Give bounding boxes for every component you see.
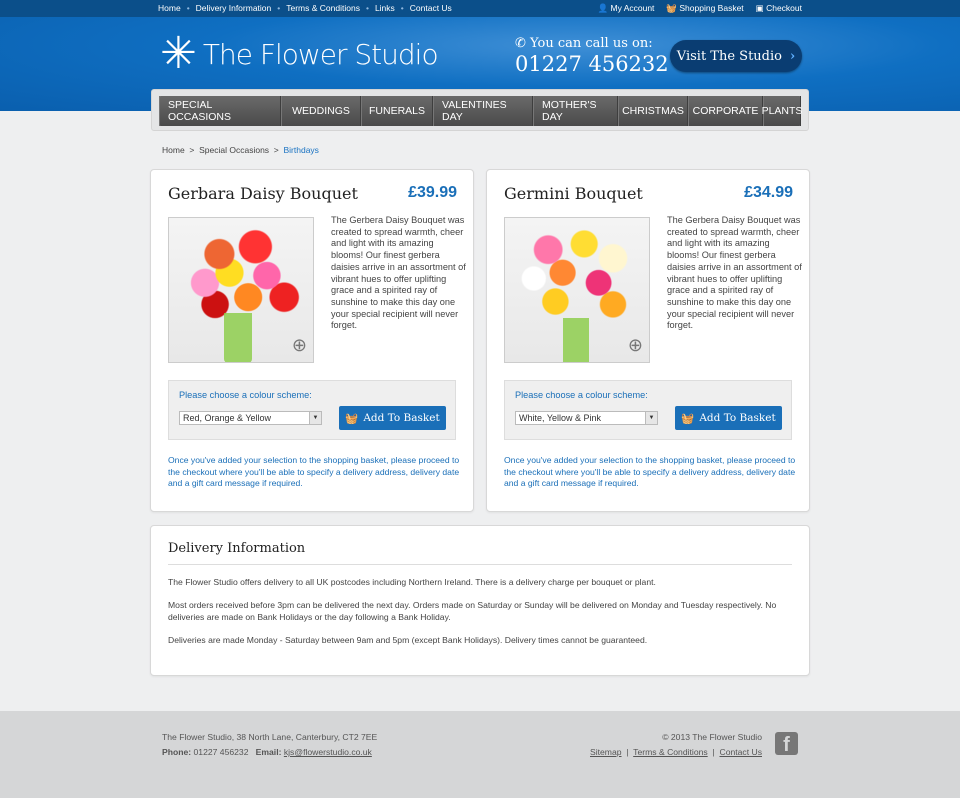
- visit-studio-button[interactable]: Visit The Studio ›: [670, 40, 802, 72]
- crumb-sep: >: [273, 145, 279, 155]
- zoom-in-icon[interactable]: ⊕: [628, 335, 643, 356]
- call-label: You can call us on:: [530, 36, 653, 51]
- product-description: The Gerbera Daisy Bouquet was created to…: [331, 215, 466, 331]
- colour-value: Red, Orange & Yellow: [183, 413, 272, 423]
- crumb-special-occasions[interactable]: Special Occasions: [199, 145, 269, 155]
- add-label: Add To Basket: [363, 412, 440, 424]
- footer-terms-link[interactable]: Terms & Conditions: [633, 747, 708, 757]
- crumb-current: Birthdays: [283, 145, 319, 155]
- nav-valentines-day[interactable]: VALENTINES DAY: [433, 96, 533, 126]
- call-us: ✆ You can call us on: 01227 456232: [515, 36, 669, 76]
- chevron-down-icon: ▼: [645, 412, 657, 424]
- facebook-icon[interactable]: f: [775, 732, 798, 756]
- delivery-paragraph: Deliveries are made Monday - Saturday be…: [168, 635, 648, 646]
- top-bar: Home • Delivery Information • Terms & Cond…: [0, 0, 960, 17]
- header-phone: 01227 456232: [515, 52, 669, 76]
- colour-value: White, Yellow & Pink: [519, 413, 602, 423]
- checkout-link[interactable]: ▣ Checkout: [756, 3, 802, 14]
- nav-mothers-day[interactable]: MOTHER'S DAY: [533, 96, 618, 126]
- product-card: Gerbara Daisy Bouquet £39.99 ⊕ The Gerbe…: [150, 169, 474, 512]
- delivery-paragraph: Most orders received before 3pm can be d…: [168, 600, 777, 623]
- my-account-link[interactable]: 👤 My Account: [598, 3, 655, 14]
- phone-label: Phone:: [162, 747, 192, 757]
- footer: The Flower Studio, 38 North Lane, Canter…: [0, 711, 960, 798]
- colour-options: Please choose a colour scheme: Red, Oran…: [168, 380, 456, 440]
- visit-label: Visit The Studio: [676, 48, 782, 64]
- chevron-down-icon: ▼: [309, 412, 321, 424]
- chevron-right-icon: ›: [789, 48, 796, 64]
- shopping-basket-link[interactable]: 🧺 Shopping Basket: [666, 3, 743, 14]
- footer-email-link[interactable]: kjs@flowerstudio.co.uk: [284, 747, 372, 757]
- divider: [168, 564, 792, 565]
- nav-funerals[interactable]: FUNERALS: [361, 96, 433, 126]
- footer-address: The Flower Studio, 38 North Lane, Canter…: [162, 732, 378, 742]
- basket-icon: 🧺: [345, 412, 359, 425]
- footer-sitemap-link[interactable]: Sitemap: [590, 747, 622, 757]
- product-price: £34.99: [744, 184, 793, 201]
- basket-icon: 🧺: [681, 412, 695, 425]
- colour-label: Please choose a colour scheme:: [179, 390, 312, 400]
- add-label: Add To Basket: [699, 412, 776, 424]
- my-account-label: My Account: [610, 3, 655, 13]
- phone-icon: ✆: [515, 36, 526, 51]
- colour-options: Please choose a colour scheme: White, Ye…: [504, 380, 792, 440]
- crumb-home[interactable]: Home: [162, 145, 185, 155]
- colour-label: Please choose a colour scheme:: [515, 390, 648, 400]
- colour-select[interactable]: White, Yellow & Pink ▼: [515, 411, 658, 425]
- copyright: © 2013 The Flower Studio: [662, 732, 762, 742]
- email-label: Email:: [255, 747, 282, 757]
- delivery-info-card: Delivery Information The Flower Studio o…: [150, 525, 810, 676]
- main-nav: SPECIAL OCCASIONS WEDDINGS FUNERALS VALE…: [151, 89, 809, 131]
- nav-christmas[interactable]: CHRISTMAS: [618, 96, 688, 126]
- top-link-home[interactable]: Home: [158, 3, 181, 13]
- colour-select[interactable]: Red, Orange & Yellow ▼: [179, 411, 322, 425]
- nav-corporate[interactable]: CORPORATE: [688, 96, 763, 126]
- zoom-in-icon[interactable]: ⊕: [292, 335, 307, 356]
- basket-label: Shopping Basket: [679, 3, 744, 13]
- top-link-terms[interactable]: Terms & Conditions: [286, 3, 360, 13]
- product-image[interactable]: ⊕: [504, 217, 650, 363]
- product-image[interactable]: ⊕: [168, 217, 314, 363]
- basket-icon: 🧺: [666, 3, 678, 13]
- breadcrumb: Home > Special Occasions > Birthdays: [162, 145, 319, 155]
- top-link-delivery[interactable]: Delivery Information: [196, 3, 272, 13]
- nav-weddings[interactable]: WEDDINGS: [281, 96, 361, 126]
- basket-note: Once you've added your selection to the …: [168, 455, 460, 489]
- checkout-label: Checkout: [766, 3, 802, 13]
- user-icon: 👤: [597, 3, 609, 13]
- top-link-links[interactable]: Links: [375, 3, 395, 13]
- product-title: Gerbara Daisy Bouquet: [168, 184, 358, 203]
- logo-text: The Flower Studio: [202, 37, 439, 71]
- add-to-basket-button[interactable]: 🧺 Add To Basket: [339, 406, 446, 430]
- delivery-title: Delivery Information: [168, 541, 306, 556]
- checkout-icon: ▣: [755, 3, 764, 13]
- flower-logo-icon: ✳: [160, 29, 197, 78]
- nav-plants[interactable]: PLANTS: [762, 96, 802, 126]
- delivery-paragraph: The Flower Studio offers delivery to all…: [168, 577, 656, 587]
- product-title: Germini Bouquet: [504, 184, 643, 203]
- product-description: The Gerbera Daisy Bouquet was created to…: [667, 215, 802, 331]
- footer-phone: 01227 456232: [193, 747, 249, 757]
- crumb-sep: >: [189, 145, 195, 155]
- product-card: Germini Bouquet £34.99 ⊕ The Gerbera Dai…: [486, 169, 810, 512]
- product-price: £39.99: [408, 184, 457, 201]
- top-link-contact[interactable]: Contact Us: [410, 3, 452, 13]
- logo[interactable]: ✳ The Flower Studio: [160, 27, 439, 81]
- footer-contact-link[interactable]: Contact Us: [719, 747, 762, 757]
- nav-special-occasions[interactable]: SPECIAL OCCASIONS: [159, 96, 281, 126]
- basket-note: Once you've added your selection to the …: [504, 455, 796, 489]
- add-to-basket-button[interactable]: 🧺 Add To Basket: [675, 406, 782, 430]
